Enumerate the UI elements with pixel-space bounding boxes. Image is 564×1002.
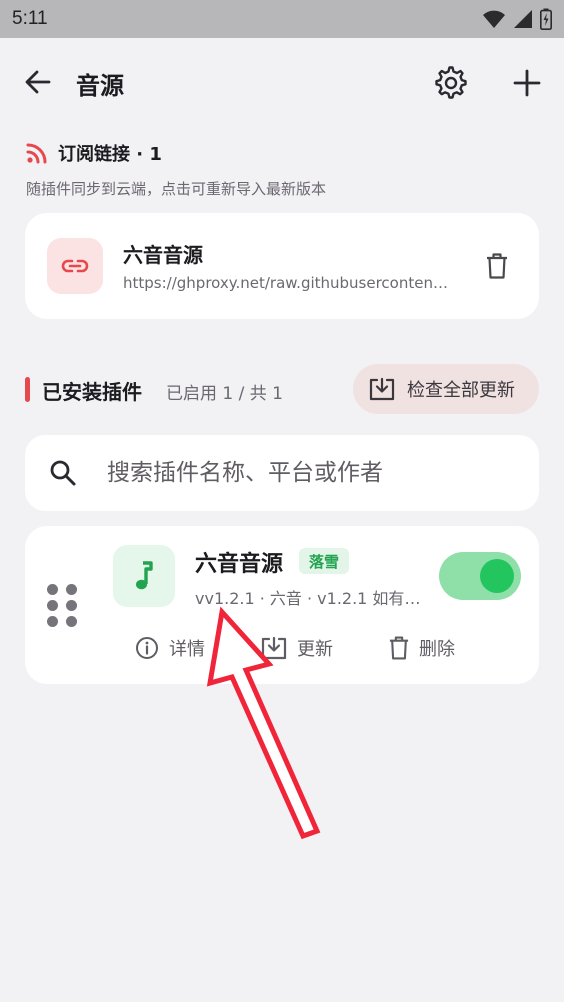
link-icon-box: [47, 238, 103, 294]
subscription-delete-button[interactable]: [477, 246, 517, 286]
gear-icon: [435, 66, 467, 99]
add-button[interactable]: [506, 62, 548, 104]
subscription-description: 随插件同步到云端，点击可重新导入最新版本: [26, 180, 327, 198]
settings-button[interactable]: [430, 62, 472, 104]
delete-label: 删除: [419, 639, 455, 660]
section-accent-bar: [25, 377, 30, 402]
plugin-icon-box: [113, 545, 175, 607]
subscription-name: 六音音源: [123, 243, 203, 267]
detail-button[interactable]: 详情: [135, 632, 205, 664]
drag-dot: [66, 600, 77, 611]
battery-icon: [540, 8, 552, 30]
plugin-meta: vv1.2.1 · 六音 · v1.2.1 如有问题: [195, 589, 427, 608]
subscription-header: 订阅链接 · 1: [26, 140, 162, 166]
page-title: 音源: [76, 72, 124, 100]
drag-dot: [47, 600, 58, 611]
subscription-title: 订阅链接 · 1: [58, 144, 162, 165]
back-button[interactable]: [18, 62, 58, 102]
plugin-card[interactable]: 六音音源 落雪 vv1.2.1 · 六音 · v1.2.1 如有问题 详情 更新…: [25, 526, 539, 684]
update-button[interactable]: 更新: [261, 632, 333, 664]
detail-label: 详情: [169, 639, 205, 660]
drag-dot: [47, 584, 58, 595]
plugin-enabled-toggle[interactable]: [439, 552, 521, 600]
check-all-updates-button[interactable]: 检查全部更新: [353, 364, 539, 414]
trash-icon: [389, 636, 409, 660]
app-bar: 音源: [0, 52, 564, 112]
wifi-icon: [483, 10, 505, 28]
toggle-knob: [480, 559, 514, 593]
trash-icon: [487, 253, 507, 279]
status-time: 5:11: [12, 8, 48, 29]
drag-dot: [66, 616, 77, 627]
link-icon: [61, 259, 89, 273]
plugin-name: 六音音源: [195, 552, 284, 577]
rss-icon: [26, 143, 47, 164]
status-icons: [482, 8, 552, 30]
installed-count: 已启用 1 / 共 1: [166, 384, 283, 404]
update-label: 更新: [297, 639, 333, 660]
download-box-icon: [369, 377, 395, 401]
search-input[interactable]: [107, 455, 517, 491]
search-icon: [50, 460, 76, 486]
check-all-updates-label: 检查全部更新: [407, 380, 515, 401]
plus-icon: [513, 69, 541, 97]
drag-dot: [66, 584, 77, 595]
screen: 5:11 音源 订阅链接 · 1 随插件同步到云端，点击可重新导入最新版本 六音…: [0, 0, 564, 1002]
drag-dot: [47, 616, 58, 627]
signal-icon: [514, 10, 532, 28]
subscription-card[interactable]: 六音音源 https://ghproxy.net/raw.githubuserc…: [25, 213, 539, 319]
info-icon: [136, 637, 158, 659]
music-note-icon: [136, 561, 153, 590]
subscription-url: https://ghproxy.net/raw.githubuserconten…: [123, 274, 453, 292]
plugin-source-badge: 落雪: [299, 548, 350, 574]
download-box-icon: [261, 636, 287, 660]
status-bar: 5:11: [0, 0, 564, 38]
search-box[interactable]: [25, 435, 539, 511]
delete-button[interactable]: 删除: [389, 632, 455, 664]
arrow-left-icon: [25, 70, 51, 94]
plugin-actions: 详情 更新 删除: [25, 632, 539, 664]
drag-handle[interactable]: [47, 584, 79, 628]
installed-title: 已安装插件: [42, 380, 142, 404]
